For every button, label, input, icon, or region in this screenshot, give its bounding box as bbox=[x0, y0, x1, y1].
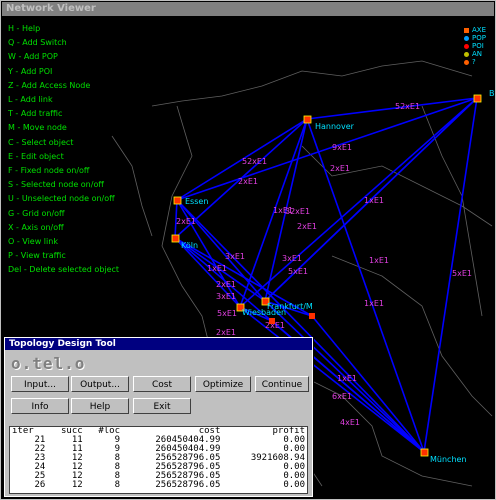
table-body: 21 11 9 260450404.99 0.00 22 11 9 260450404.99 0.… bbox=[10, 436, 307, 490]
help-button[interactable]: Help bbox=[71, 398, 129, 414]
network-node[interactable] bbox=[473, 94, 482, 103]
help-line: U - Unselected node on/off bbox=[8, 194, 115, 204]
table-row: 26 12 8 256528796.05 0.00 bbox=[10, 481, 307, 490]
topology-design-dialog: Topology Design Tool o.tel.o Input... Out… bbox=[4, 337, 313, 497]
network-link[interactable] bbox=[176, 97, 478, 201]
link-capacity-label: 2xE1 bbox=[330, 164, 350, 173]
table-cell: 26 bbox=[34, 480, 46, 490]
legend-label: ? bbox=[472, 58, 476, 66]
link-capacity-label: 2xE1 bbox=[176, 217, 196, 226]
help-line: F - Fixed node on/off bbox=[8, 166, 90, 175]
help-line: M - Move node bbox=[8, 123, 67, 133]
network-link[interactable] bbox=[311, 315, 425, 453]
help-line: Del - Delete selected object bbox=[8, 265, 120, 275]
link-capacity-label: 3xE1 bbox=[282, 254, 302, 263]
table-cell: 256528796.05 bbox=[155, 480, 221, 490]
city-label: Essen bbox=[185, 197, 208, 206]
link-capacity-label: 5xE1 bbox=[288, 267, 308, 276]
link-capacity-label: 9xE1 bbox=[332, 143, 352, 152]
help-line: O - View link bbox=[8, 237, 58, 246]
continue-button[interactable]: Continue bbox=[255, 376, 309, 392]
help-line: L - Add link bbox=[8, 95, 53, 104]
link-capacity-label: 5xE1 bbox=[452, 269, 472, 278]
link-capacity-label: 5xE1 bbox=[217, 309, 237, 318]
network-link[interactable] bbox=[306, 97, 478, 120]
link-capacity-label: 1xE1 bbox=[337, 374, 357, 383]
input-button[interactable]: Input... bbox=[11, 376, 69, 392]
link-capacity-label: 2xE1 bbox=[216, 328, 236, 337]
otelo-logo: o.tel.o bbox=[11, 354, 86, 373]
legend-label: AN bbox=[472, 50, 483, 58]
help-line: T - Add traffic bbox=[8, 109, 63, 119]
city-label: B bbox=[489, 89, 494, 98]
legend-label: POP bbox=[472, 34, 486, 42]
link-capacity-label: 32xE1 bbox=[285, 207, 310, 216]
table-cell: 0.00 bbox=[283, 480, 305, 490]
legend-label: AXE bbox=[472, 26, 487, 34]
info-button[interactable]: Info bbox=[11, 398, 69, 414]
link-capacity-label: 1xE1 bbox=[364, 196, 384, 205]
results-table: iter succ #loc cost profit 21 11 9 260450404.99… bbox=[9, 426, 308, 494]
legend-marker-icon bbox=[464, 36, 469, 41]
network-node[interactable] bbox=[303, 115, 312, 124]
output-button[interactable]: Output... bbox=[71, 376, 129, 392]
table-cell: 8 bbox=[114, 480, 121, 490]
dialog-title: Topology Design Tool bbox=[5, 338, 312, 350]
help-line: W - Add POP bbox=[8, 52, 58, 62]
help-line: Z - Add Access Node bbox=[8, 80, 91, 90]
link-capacity-label: 2xE1 bbox=[238, 177, 258, 186]
network-node[interactable] bbox=[269, 318, 275, 324]
network-node[interactable] bbox=[309, 313, 315, 319]
network-node[interactable] bbox=[420, 448, 429, 457]
help-line: H - Help bbox=[8, 24, 41, 33]
help-line: E - Edit object bbox=[8, 151, 64, 161]
link-capacity-label: 2xE1 bbox=[297, 222, 317, 231]
legend-marker-icon bbox=[464, 28, 469, 33]
help-line: S - Selected node on/off bbox=[8, 180, 104, 190]
link-capacity-label: 6xE1 bbox=[332, 392, 352, 401]
help-line: G - Grid on/off bbox=[8, 208, 65, 218]
legend-marker-icon bbox=[464, 52, 469, 57]
window-title: Network Viewer bbox=[2, 2, 494, 16]
city-label: Köln bbox=[181, 241, 198, 250]
legend-marker-icon bbox=[464, 44, 469, 49]
optimize-button[interactable]: Optimize bbox=[195, 376, 251, 392]
link-capacity-label: 4xE1 bbox=[340, 418, 360, 427]
link-capacity-label: 3xE1 bbox=[225, 252, 245, 261]
city-label: München bbox=[430, 455, 467, 464]
link-capacity-label: 3xE1 bbox=[216, 292, 236, 301]
exit-button[interactable]: Exit bbox=[133, 398, 191, 414]
help-line: C - Select object bbox=[8, 137, 74, 147]
network-link[interactable] bbox=[239, 97, 478, 308]
city-label: Hannover bbox=[315, 122, 355, 131]
link-capacity-label: 52xE1 bbox=[242, 157, 267, 166]
legend-label: POI bbox=[472, 42, 484, 50]
network-node[interactable] bbox=[171, 234, 180, 243]
help-line: Q - Add Switch bbox=[8, 38, 67, 48]
cost-button[interactable]: Cost bbox=[133, 376, 191, 392]
legend-marker-icon bbox=[464, 60, 469, 65]
help-line: Y - Add POI bbox=[8, 66, 53, 76]
table-cell: 12 bbox=[71, 480, 83, 490]
link-capacity-label: 1xE1 bbox=[207, 264, 227, 273]
link-capacity-label: 1xE1 bbox=[369, 256, 389, 265]
help-line: P - View traffic bbox=[8, 251, 66, 261]
network-node[interactable] bbox=[173, 196, 182, 205]
link-capacity-label: 52xE1 bbox=[395, 102, 420, 111]
help-line: X - Axis on/off bbox=[8, 222, 64, 232]
city-label: Wiesbaden bbox=[242, 308, 286, 317]
link-capacity-label: 1xE1 bbox=[364, 299, 384, 308]
link-capacity-label: 2xE1 bbox=[216, 280, 236, 289]
